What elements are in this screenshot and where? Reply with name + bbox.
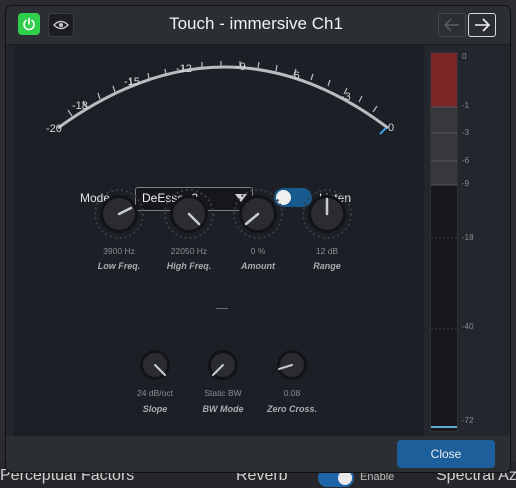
meter-tick-label: -40 [462,322,474,331]
knob-dial [277,350,307,380]
range-value: 12 dB [315,246,339,256]
meter-tick-label: -18 [462,233,474,242]
plugin-window: Touch - immersive Ch1 -20 -18 -15 -12 -9… [6,6,510,472]
gauge-label: -3 [341,91,351,103]
range-label: Range [313,261,341,271]
close-button[interactable]: Close [397,440,495,468]
knob-dial [208,350,238,380]
gauge-label: -6 [290,70,300,82]
high-freq-knob[interactable] [161,186,217,247]
gauge-label: -15 [124,76,140,88]
level-meter: 0 -1 -3 -6 -9 -18 -40 -72 [430,52,482,432]
knob-dial [94,189,144,239]
knob-dial [302,189,352,239]
amount-knob[interactable] [230,186,286,247]
knob-dial [233,189,283,239]
power-button[interactable] [18,13,40,35]
meter-tick-label: -6 [462,156,470,165]
meter-tick-label: -1 [462,101,470,110]
meter-bar [430,52,458,432]
zero-cross-knob[interactable] [274,347,310,388]
slope-knob[interactable] [137,347,173,388]
arrow-left-icon [443,18,459,32]
host-enable-label: Enable [360,471,395,483]
low-freq-knob[interactable] [91,186,147,247]
zero-cross-label: Zero Cross. [266,404,317,414]
gauge-label: 0 [388,122,394,134]
range-knob[interactable] [299,186,355,247]
meter-tick-label: -72 [462,416,474,425]
meter-tick-label: -3 [462,128,470,137]
previous-button[interactable] [438,13,466,37]
titlebar: Touch - immersive Ch1 [6,6,510,45]
arrow-right-icon [475,18,491,32]
meter-tick-label: 0 [462,52,467,61]
gauge-needle [379,127,387,135]
bw-mode-knob[interactable] [205,347,241,388]
eye-icon [53,20,69,30]
gauge-label: -9 [236,61,246,73]
meter-tick-label: -9 [462,179,470,188]
knob-dial [140,350,170,380]
next-button[interactable] [468,13,496,37]
gauge-label: -12 [176,63,192,75]
reduction-gauge: -20 -18 -15 -12 -9 -6 -3 0 [46,61,394,135]
knob-dial [164,189,214,239]
main-panel: -20 -18 -15 -12 -9 -6 -3 0 Mode DeEsser … [14,46,424,436]
view-mode-button[interactable] [48,13,74,37]
gauge-label: -18 [72,100,88,112]
window-title: Touch - immersive Ch1 [169,14,343,33]
gauge-ticks [67,61,378,117]
gauge-label: -20 [46,123,62,135]
section-divider [216,308,228,309]
power-icon [23,17,35,31]
zero-cross-value: 0.08 [283,388,301,398]
